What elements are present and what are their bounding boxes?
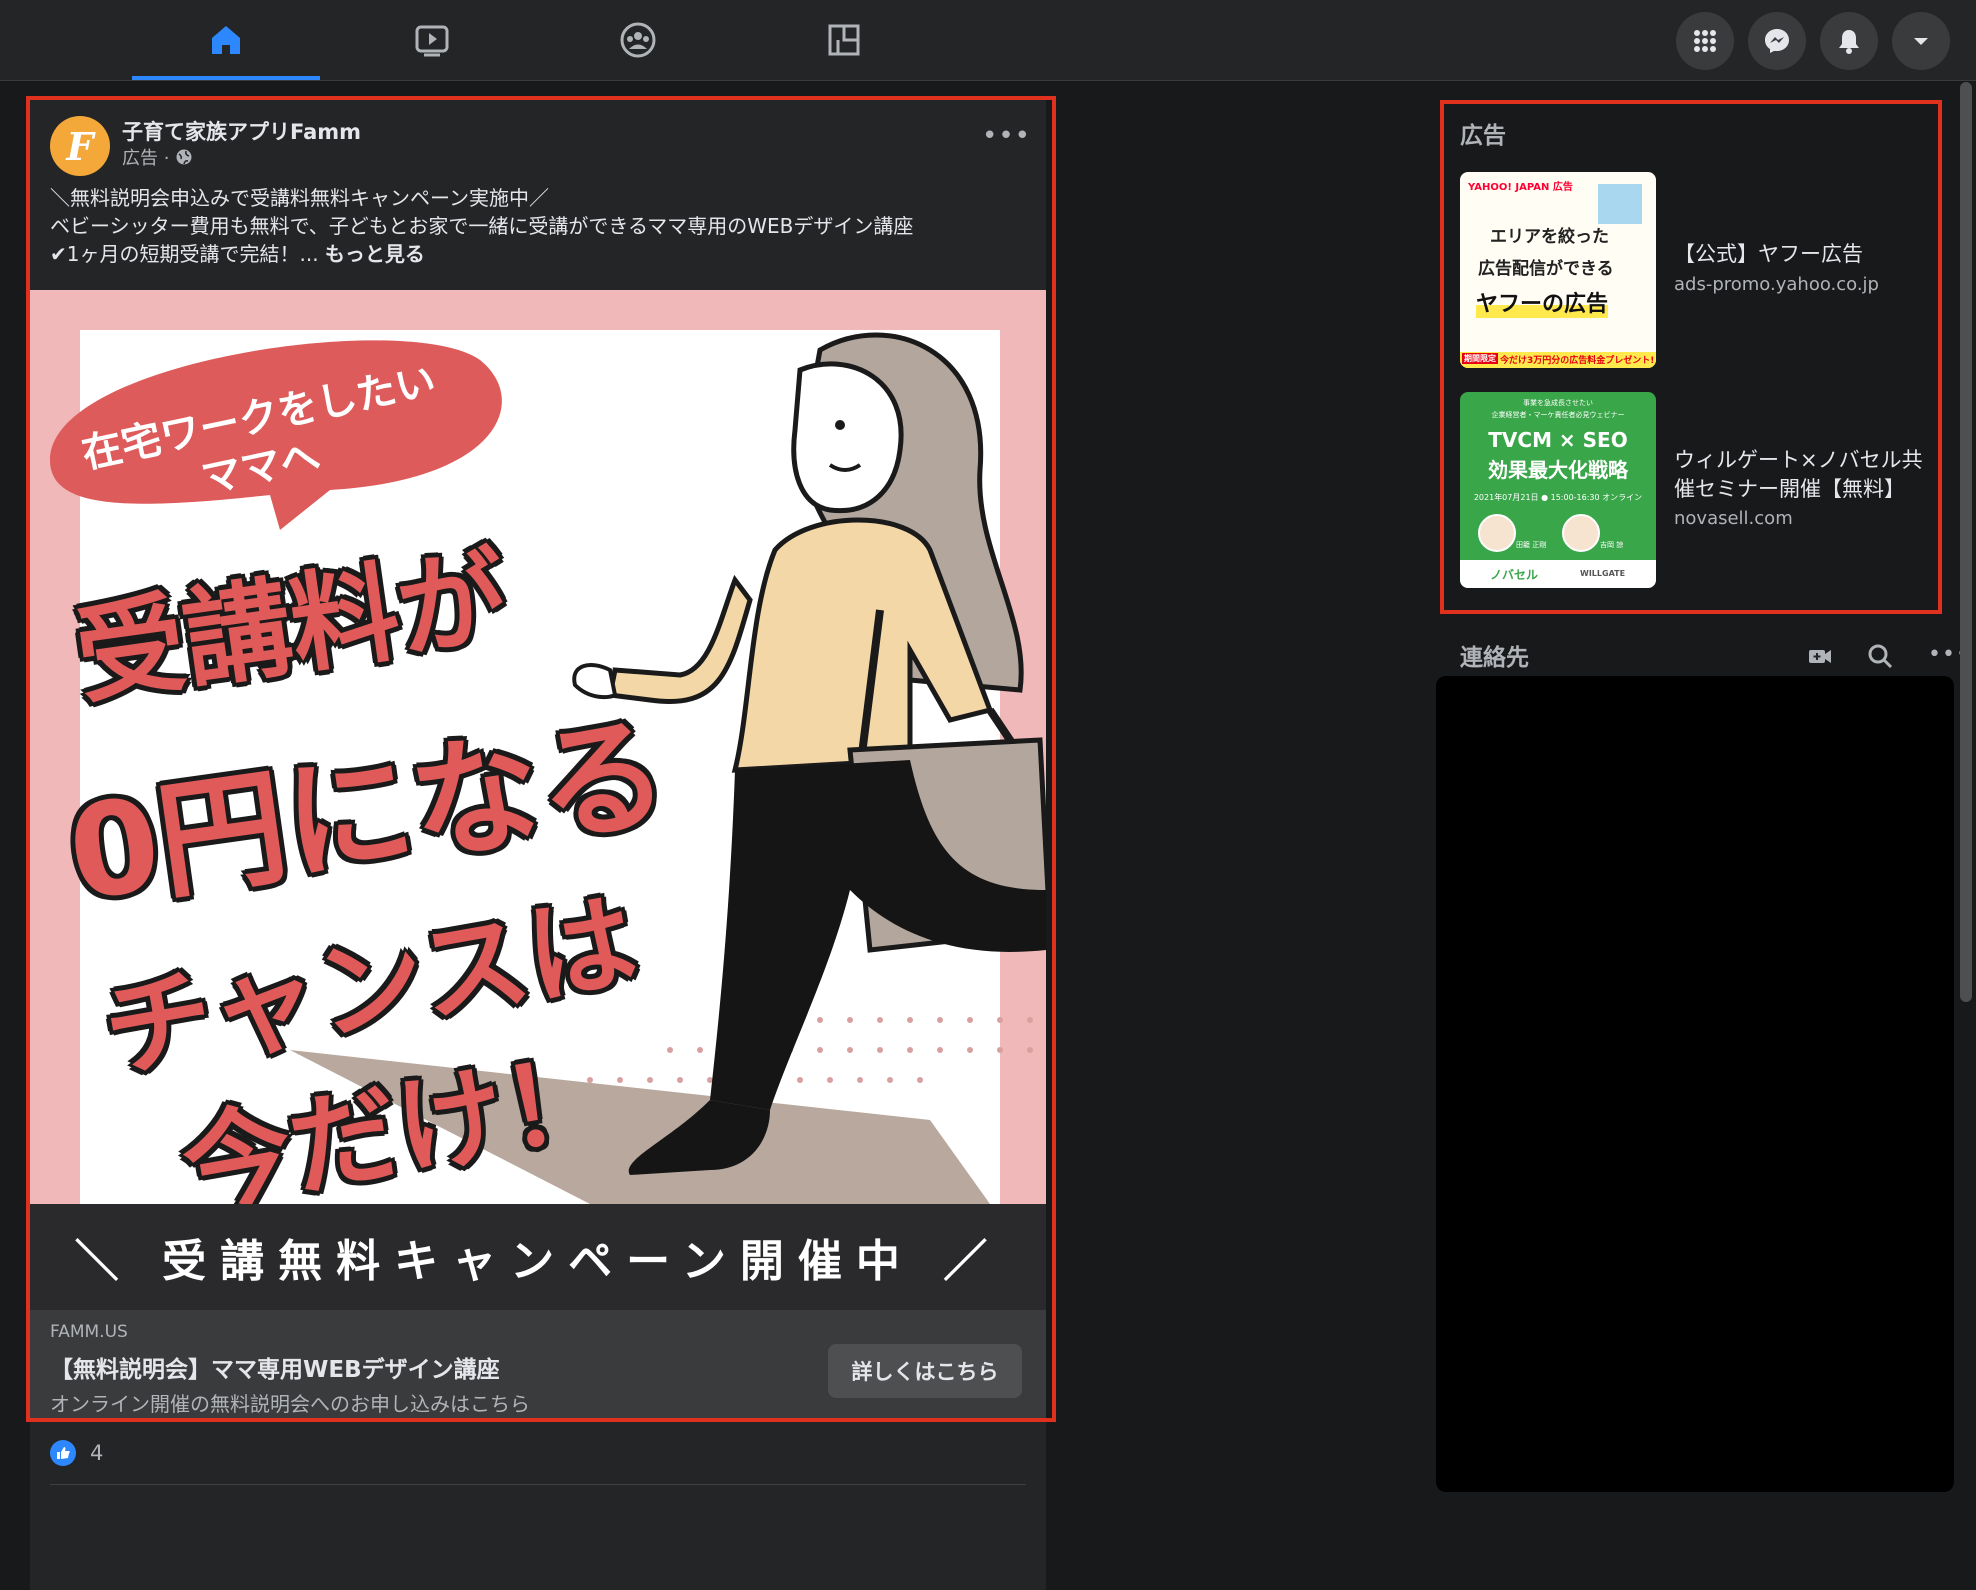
ad-title-novasell[interactable]: ウィルゲート×ノバセル共催セミナー開催【無料】	[1674, 446, 1940, 504]
ad-thumbnail-yahoo[interactable]: YAHOO! JAPAN 広告 エリアを絞った 広告配信ができる ヤフーの広告 …	[1460, 172, 1656, 368]
novasell-thumb-line1: TVCM × SEO	[1488, 428, 1628, 452]
speaker-avatar	[1478, 514, 1516, 552]
link-preview[interactable]: FAMM.US 【無料説明会】ママ専用WEBデザイン講座 オンライン開催の無料説…	[30, 1310, 1046, 1422]
home-icon	[212, 26, 240, 54]
learn-more-button[interactable]: 詳しくはこちら	[828, 1344, 1022, 1398]
contacts-list-redacted	[1436, 676, 1954, 1492]
notifications-button[interactable]	[1820, 12, 1878, 70]
novasell-thumb-brand2: WILLGATE	[1580, 569, 1626, 578]
creative-banner: ＼ 受講無料キャンペーン開催中 ／	[30, 1204, 1046, 1310]
tab-gaming[interactable]	[750, 0, 938, 80]
novasell-thumb-person1: 田籠 正剛	[1516, 541, 1547, 549]
messenger-icon	[1765, 29, 1789, 53]
tab-home[interactable]	[132, 0, 320, 80]
account-dropdown-icon	[1914, 38, 1928, 45]
yahoo-logo: YAHOO! JAPAN 広告	[1468, 182, 1573, 193]
divider	[50, 1484, 1026, 1485]
novasell-thumb-top2: 企業経営者・マーケ責任者必見ウェビナー	[1491, 411, 1625, 419]
ad-url-yahoo: ads-promo.yahoo.co.jp	[1674, 274, 1879, 295]
post-text-line-3: ✔︎1ヶ月の短期受講で完結！...	[50, 242, 325, 266]
link-description: オンライン開催の無料説明会へのお申し込みはこちら	[50, 1392, 530, 1416]
novasell-thumb-brand1: ノバセル	[1490, 568, 1539, 582]
ad-title-yahoo[interactable]: 【公式】ヤフー広告	[1674, 240, 1940, 269]
globe-icon	[176, 149, 192, 165]
see-more-link[interactable]: もっと見る	[325, 242, 425, 266]
like-reaction-icon	[50, 1440, 76, 1466]
top-navigation-bar	[0, 0, 1976, 81]
novasell-thumb-date: 2021年07月21日 ● 15:00-16:30 オンライン	[1473, 493, 1643, 502]
novasell-thumb-line2: 効果最大化戦略	[1488, 458, 1628, 482]
watch-video-icon	[415, 25, 449, 57]
post-meta: 広告 ·	[122, 144, 193, 170]
yahoo-thumb-line1: エリアを絞った	[1490, 227, 1609, 247]
yahoo-thumb-tag: 期間限定	[1462, 353, 1498, 364]
link-title: 【無料説明会】ママ専用WEBデザイン講座	[50, 1357, 500, 1383]
menu-grid-icon	[1694, 30, 1716, 52]
tab-watch[interactable]	[338, 0, 526, 80]
ad-url-novasell: novasell.com	[1674, 508, 1793, 529]
messenger-button[interactable]	[1748, 12, 1806, 70]
speaker-avatar	[1562, 514, 1600, 552]
account-button[interactable]	[1892, 12, 1950, 70]
notifications-bell-icon	[1839, 30, 1859, 54]
post-text-line: ✔︎1ヶ月の短期受講で完結！... もっと見る	[50, 240, 1040, 268]
search-contacts-icon[interactable]	[1866, 642, 1894, 670]
groups-icon	[620, 22, 656, 58]
page-scrollbar[interactable]	[1960, 82, 1972, 1002]
yahoo-thumb-footer: 今だけ3万円分の広告料金プレゼント!	[1500, 356, 1655, 366]
page-avatar[interactable]: F	[50, 116, 110, 176]
thumb-decoration	[1598, 184, 1642, 224]
ads-section-title: 広告	[1460, 123, 1506, 149]
yahoo-thumb-line3: ヤフーの広告	[1476, 286, 1609, 318]
reaction-summary[interactable]: 4	[50, 1440, 103, 1466]
ad-thumbnail-novasell[interactable]: 事業を急成長させたい 企業経営者・マーケ責任者必見ウェビナー TVCM × SE…	[1460, 392, 1656, 588]
like-count: 4	[90, 1441, 104, 1465]
gaming-icon	[828, 24, 860, 56]
page-name[interactable]: 子育て家族アプリFamm	[122, 116, 361, 146]
tab-groups[interactable]	[544, 0, 732, 80]
sponsored-label[interactable]: 広告 ·	[122, 144, 169, 170]
menu-button[interactable]	[1676, 12, 1734, 70]
contacts-section-title: 連絡先	[1460, 645, 1529, 671]
ad-creative-image[interactable]: 在宅ワークをしたい ママへ 受講料が 0円になる チャンスは 今だけ！	[30, 290, 1046, 1204]
post-body-text: ＼無料説明会申込みで受講料無料キャンペーン実施中／ ベビーシッター費用も無料で、…	[50, 184, 1040, 268]
post-text-line: ベビーシッター費用も無料で、子どもとお家で一緒に受講ができるママ専用のWEBデザ…	[50, 214, 914, 238]
post-options-icon[interactable]: •••	[982, 123, 1031, 149]
novasell-thumb-top1: 事業を急成長させたい	[1523, 399, 1593, 407]
novasell-thumb-person2: 吉岡 諒	[1600, 541, 1624, 549]
link-domain: FAMM.US	[50, 1322, 128, 1342]
avatar-letter: F	[66, 123, 94, 169]
new-room-video-icon[interactable]	[1806, 642, 1834, 670]
sponsored-post: F 子育て家族アプリFamm 広告 · ••• ＼無料説明会申込みで受講料無料キ…	[30, 98, 1046, 1590]
post-text-line: ＼無料説明会申込みで受講料無料キャンペーン実施中／	[50, 186, 549, 210]
yahoo-thumb-line2: 広告配信ができる	[1478, 259, 1614, 279]
